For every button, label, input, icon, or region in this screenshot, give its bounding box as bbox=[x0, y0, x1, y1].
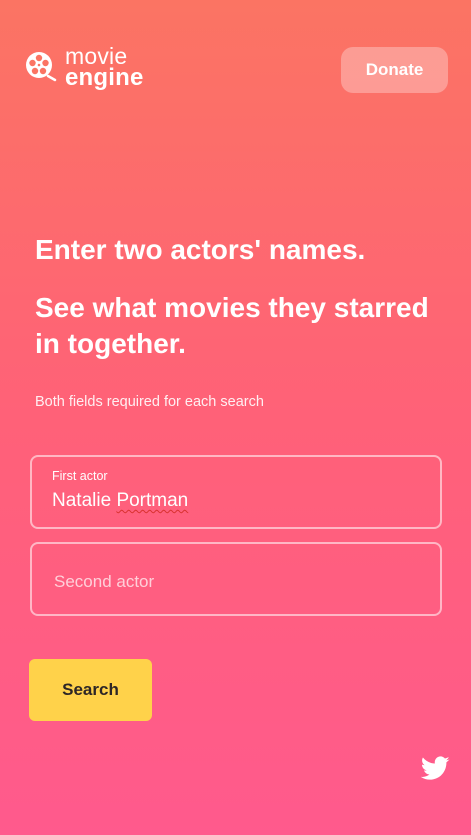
brand-wordmark: movie engine bbox=[65, 45, 144, 91]
donate-button[interactable]: Donate bbox=[341, 47, 448, 93]
twitter-icon[interactable] bbox=[421, 756, 450, 781]
brand-line2: engine bbox=[65, 64, 144, 91]
first-actor-label: First actor bbox=[52, 469, 108, 483]
subheadline: See what movies they starred in together… bbox=[35, 292, 429, 359]
first-actor-last-name: Portman bbox=[116, 490, 189, 511]
brand-logo[interactable]: movie engine bbox=[24, 45, 144, 91]
search-button[interactable]: Search bbox=[29, 659, 152, 721]
first-actor-value[interactable]: Natalie Portman bbox=[52, 490, 188, 512]
second-actor-field[interactable]: Second actor bbox=[30, 542, 442, 616]
form-hint: Both fields required for each search bbox=[35, 394, 264, 410]
first-actor-field[interactable]: First actor Natalie Portman bbox=[30, 455, 442, 529]
film-reel-icon bbox=[26, 52, 57, 82]
second-actor-placeholder: Second actor bbox=[54, 572, 155, 591]
headline: Enter two actors' names. bbox=[35, 234, 366, 265]
first-actor-first-name: Natalie bbox=[52, 490, 112, 511]
